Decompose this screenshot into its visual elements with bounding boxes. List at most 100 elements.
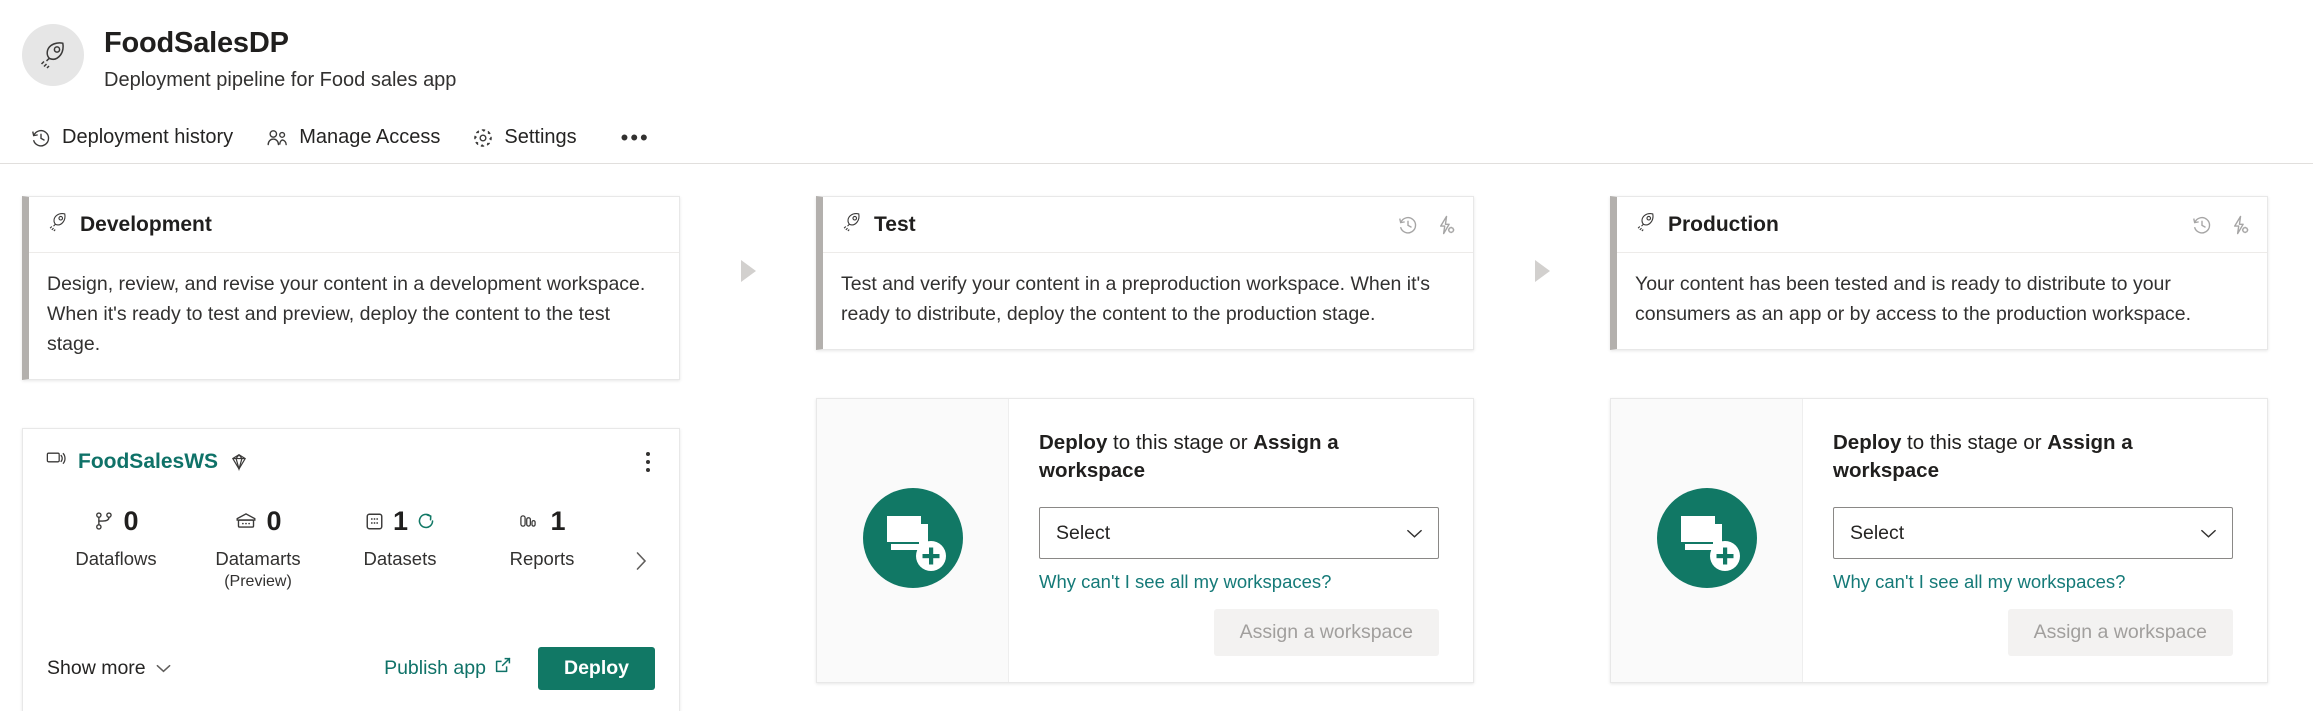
workspace-select-dropdown[interactable]: Select (1039, 507, 1439, 559)
gear-icon (472, 127, 494, 149)
assign-workspace-graphic (857, 482, 969, 599)
assign-button-row: Assign a workspace (1833, 608, 2233, 656)
history-icon[interactable] (2191, 214, 2213, 236)
workspaces-help-link[interactable]: Why can't I see all my workspaces? (1833, 571, 2233, 593)
metric-datasets[interactable]: 1 Datasets (329, 501, 471, 571)
arrow-right-icon (1534, 260, 1550, 282)
stage-card-development: Development Design, review, and revise y… (22, 196, 680, 380)
metric-label: Dataflows (75, 548, 157, 569)
assign-workspace-graphic (1651, 482, 1763, 599)
kebab-dot (646, 452, 650, 456)
metric-value: 1 (392, 505, 409, 536)
stage-name: Production (1668, 212, 1779, 236)
metric-top: 0 (234, 505, 282, 537)
metric-top: 1 (364, 505, 436, 537)
stage-card-header: Development (29, 197, 679, 253)
report-icon (518, 511, 542, 531)
empty-heading-middle: to this stage or (1107, 431, 1254, 454)
rocket-icon (37, 39, 69, 71)
header-texts: FoodSalesDP Deployment pipeline for Food… (104, 22, 456, 94)
assign-button-row: Assign a workspace (1039, 608, 1439, 656)
deployment-rules-icon[interactable] (2229, 214, 2251, 236)
toolbar-item-manage-access[interactable]: Manage Access (265, 120, 454, 155)
select-value: Select (1850, 521, 1905, 544)
workspace-select-dropdown[interactable]: Select (1833, 507, 2233, 559)
rocket-icon (1635, 211, 1657, 238)
stage-connector-test-prod (1474, 196, 1610, 346)
stage-name: Test (874, 212, 916, 236)
stage-connector-dev-test (680, 196, 816, 346)
workspace-card-footer: Show more Publish app Deploy (23, 637, 679, 711)
workspace-more-options-button[interactable] (635, 447, 661, 477)
metrics-next-button[interactable] (613, 529, 669, 599)
metric-datamarts[interactable]: 0 Datamarts (Preview) (187, 501, 329, 593)
show-more-label: Show more (47, 656, 146, 679)
history-icon[interactable] (1397, 214, 1419, 236)
empty-stage-card-test: Deploy to this stage or Assign a workspa… (816, 398, 1474, 683)
assign-workspace-button[interactable]: Assign a workspace (2007, 608, 2233, 656)
stage-name: Development (80, 212, 212, 236)
page-header: FoodSalesDP Deployment pipeline for Food… (0, 0, 2313, 112)
show-more-button[interactable]: Show more (47, 657, 172, 680)
arrow-right-icon (740, 260, 756, 282)
people-icon (265, 127, 289, 149)
premium-diamond-icon (229, 452, 249, 472)
pipeline-avatar (22, 24, 84, 86)
deploy-button[interactable]: Deploy (537, 646, 655, 690)
assign-workspace-button[interactable]: Assign a workspace (1213, 608, 1439, 656)
empty-stage-heading: Deploy to this stage or Assign a workspa… (1039, 429, 1439, 485)
history-icon (30, 127, 52, 149)
stage-description: Design, review, and revise your content … (47, 273, 646, 355)
stage-header-actions (1397, 214, 1457, 236)
stage-card-test: Test Test and verify your content in a p… (816, 196, 1474, 350)
page-subtitle: Deployment pipeline for Food sales app (104, 69, 457, 91)
metric-top: 1 (518, 505, 566, 537)
toolbar-label: Deployment history (62, 126, 234, 148)
workspaces-help-link[interactable]: Why can't I see all my workspaces? (1039, 571, 1439, 593)
metric-reports[interactable]: 1 Reports (471, 501, 613, 571)
workspace-metrics-row: 0 Dataflows 0 Datamarts (Preview) 1 Data… (23, 483, 679, 637)
metric-dataflows[interactable]: 0 Dataflows (45, 501, 187, 571)
metric-label: Reports (509, 548, 575, 569)
metric-sublabel: (Preview) (224, 573, 292, 590)
toolbar-overflow-button[interactable]: ••• (613, 126, 658, 149)
workspace-card-header: FoodSalesWS (23, 429, 679, 483)
workspace-name-link[interactable]: FoodSalesWS (78, 450, 218, 474)
rocket-icon (841, 211, 863, 238)
stage-card-header: Production (1617, 197, 2267, 253)
toolbar-item-settings[interactable]: Settings (472, 120, 590, 155)
rocket-icon (47, 211, 69, 238)
metric-value: 1 (550, 505, 566, 536)
datamart-icon (234, 510, 258, 532)
pipeline-board: Development Design, review, and revise y… (0, 164, 2313, 711)
empty-heading-middle: to this stage or (1901, 431, 2048, 454)
toolbar-item-deployment-history[interactable]: Deployment history (30, 120, 247, 155)
toolbar-label: Manage Access (299, 126, 441, 148)
metric-value: 0 (266, 505, 282, 536)
empty-stage-art (817, 399, 1009, 682)
empty-stage-heading: Deploy to this stage or Assign a workspa… (1833, 429, 2233, 485)
publish-app-button[interactable]: Publish app (384, 656, 512, 680)
stage-column-test: Test Test and verify your content in a p… (816, 196, 1474, 683)
kebab-dot (646, 468, 650, 472)
stage-card-production: Production Your content has been tested … (1610, 196, 2268, 350)
chevron-down-icon (155, 657, 172, 680)
publish-app-label: Publish app (384, 656, 486, 679)
deployment-rules-icon[interactable] (1435, 214, 1457, 236)
empty-stage-body: Deploy to this stage or Assign a workspa… (1803, 399, 2267, 682)
select-value: Select (1056, 521, 1111, 544)
refresh-icon (416, 511, 436, 531)
kebab-dot (646, 460, 650, 464)
external-link-icon (494, 656, 512, 680)
empty-heading-deploy: Deploy (1039, 431, 1108, 454)
metric-label: Datasets (363, 548, 437, 569)
metric-value: 0 (123, 505, 139, 536)
empty-stage-art (1611, 399, 1803, 682)
stage-description: Test and verify your content in a prepro… (841, 273, 1431, 325)
dataset-icon (364, 511, 385, 532)
toolbar-label: Settings (504, 126, 577, 148)
stage-column-production: Production Your content has been tested … (1610, 196, 2268, 683)
chevron-right-icon (631, 548, 651, 579)
stage-header-actions (2191, 214, 2251, 236)
stage-column-development: Development Design, review, and revise y… (22, 196, 680, 711)
